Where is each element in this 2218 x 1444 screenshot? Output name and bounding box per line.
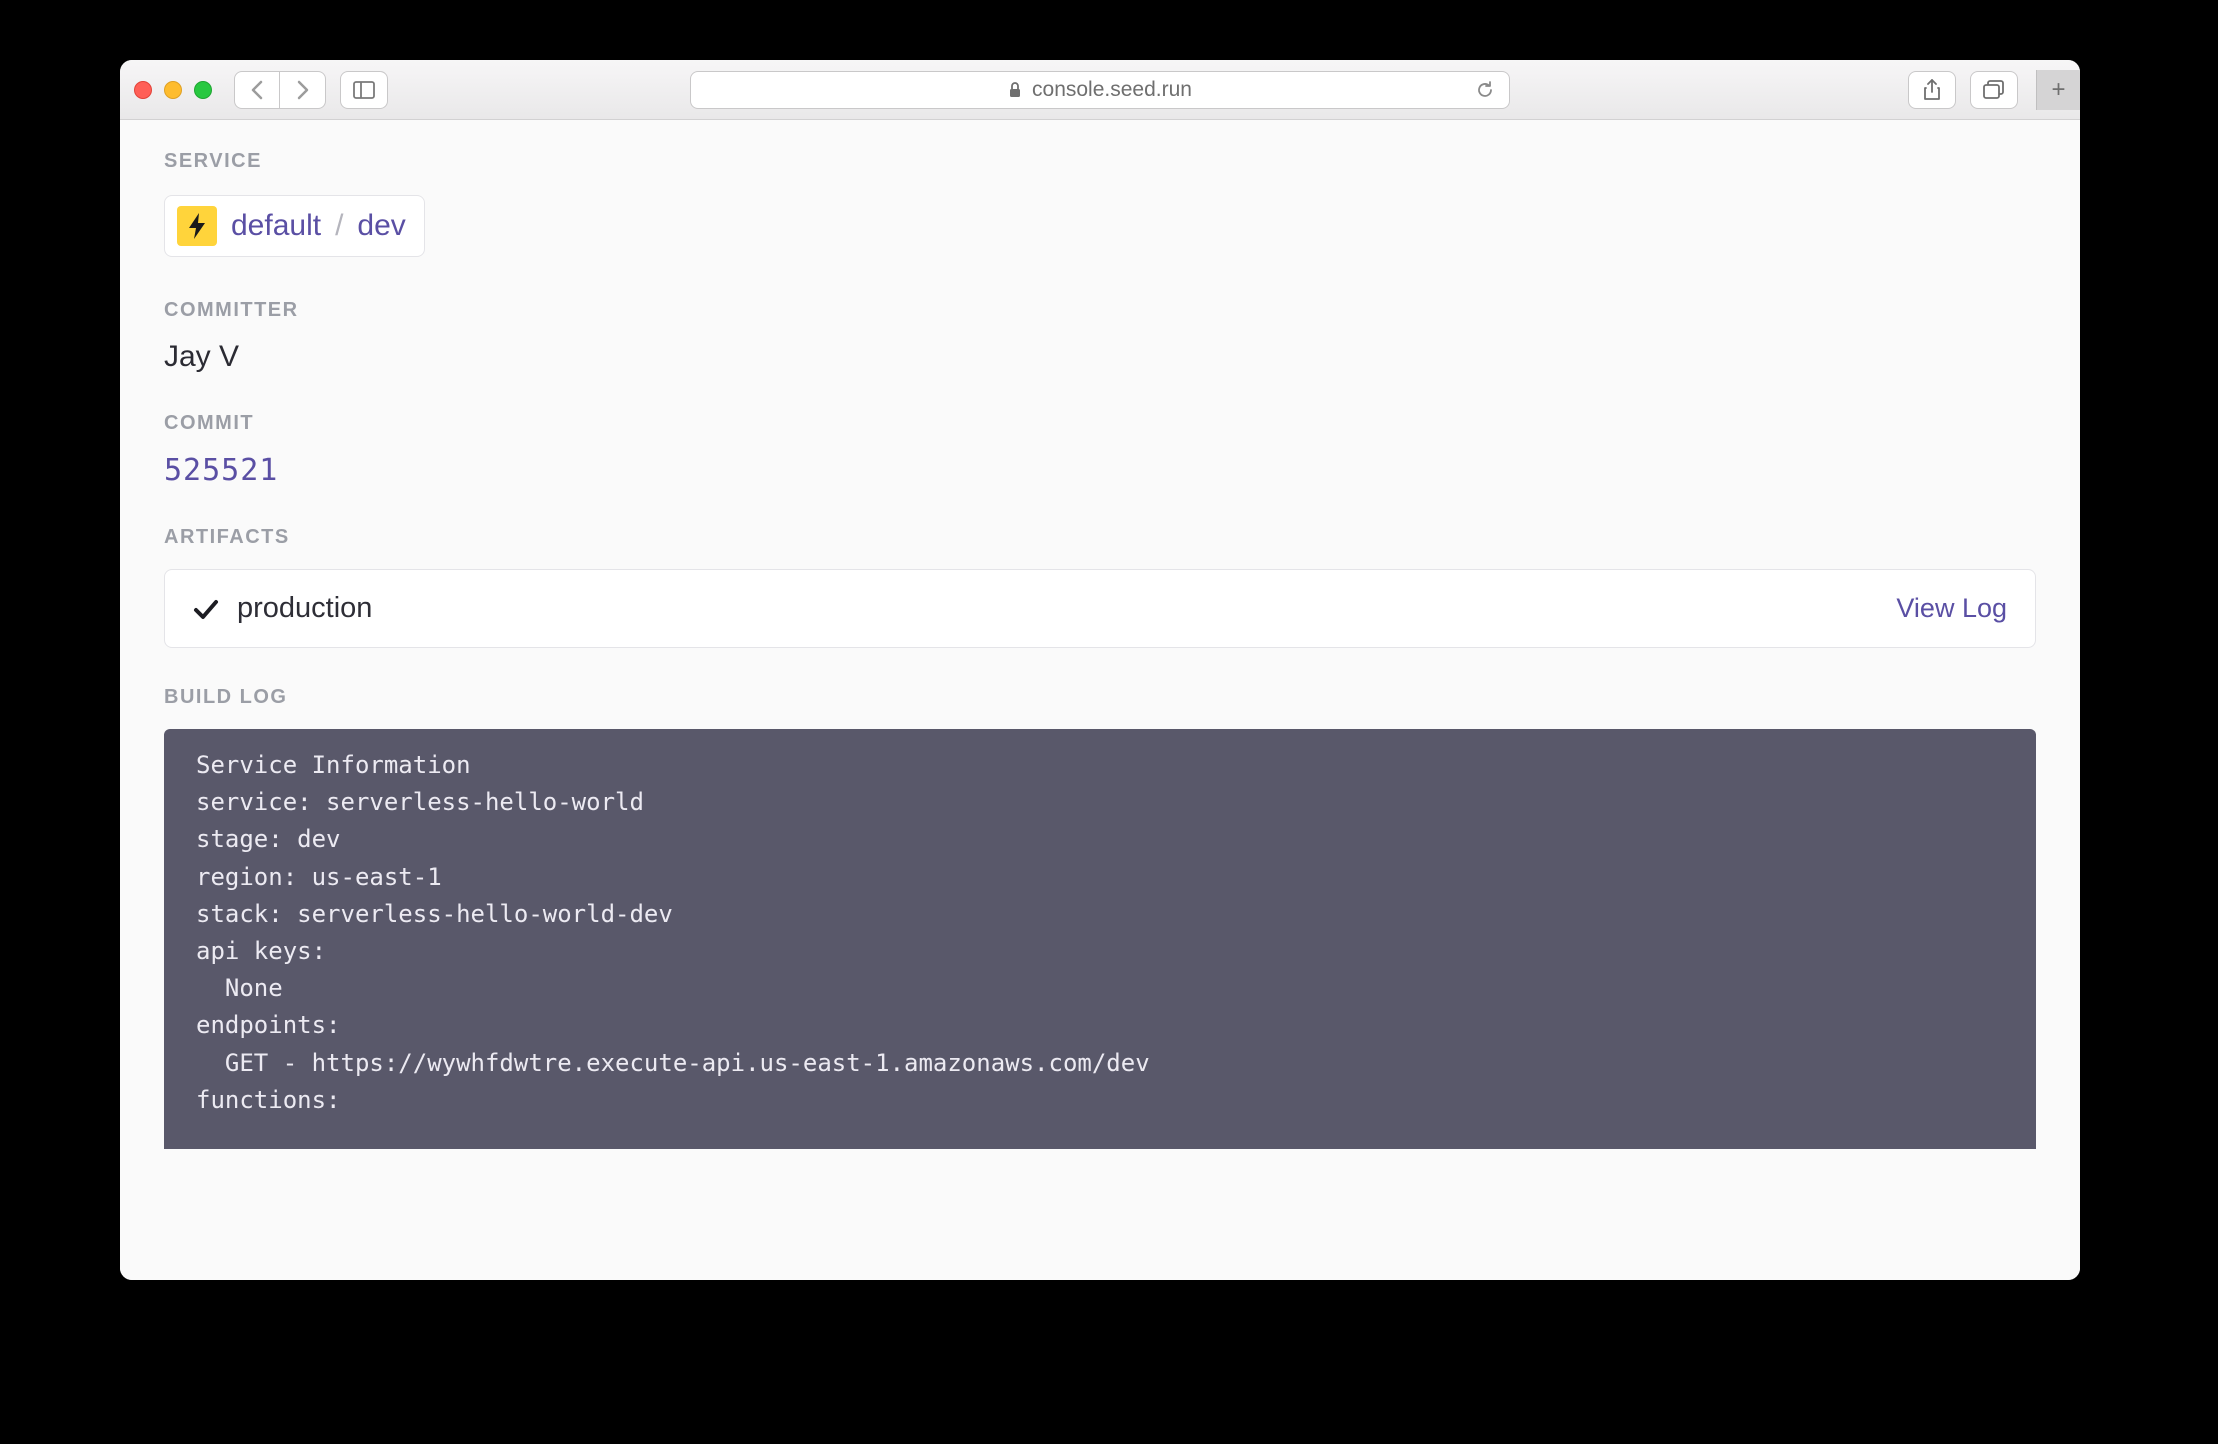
forward-button[interactable] bbox=[280, 71, 326, 109]
browser-window: console.seed.run bbox=[120, 60, 2080, 1280]
page-content: SERVICE default / dev COMMITTER Jay V CO… bbox=[120, 120, 2080, 1280]
breadcrumb-separator: / bbox=[335, 209, 343, 243]
artifact-row: production View Log bbox=[164, 569, 2036, 648]
sidebar-toggle-button[interactable] bbox=[340, 71, 388, 109]
tabs-button[interactable] bbox=[1970, 71, 2018, 109]
toolbar-right: + bbox=[1908, 70, 2066, 110]
committer-label: COMMITTER bbox=[164, 299, 2036, 322]
view-log-link[interactable]: View Log bbox=[1896, 593, 2007, 624]
artifact-info: production bbox=[193, 592, 372, 625]
build-log-output[interactable]: Service Information service: serverless-… bbox=[164, 729, 2036, 1149]
artifacts-label: ARTIFACTS bbox=[164, 526, 2036, 549]
reload-icon bbox=[1475, 80, 1495, 100]
minimize-window-button[interactable] bbox=[164, 81, 182, 99]
service-breadcrumb: default / dev bbox=[164, 195, 425, 257]
chevron-right-icon bbox=[296, 80, 310, 100]
service-stage-link[interactable]: dev bbox=[357, 209, 405, 243]
back-button[interactable] bbox=[234, 71, 280, 109]
commit-hash-link[interactable]: 525521 bbox=[164, 453, 2036, 488]
service-name-link[interactable]: default bbox=[231, 209, 321, 243]
tabs-icon bbox=[1983, 80, 2005, 100]
lock-icon bbox=[1008, 81, 1022, 99]
commit-label: COMMIT bbox=[164, 412, 2036, 435]
service-label: SERVICE bbox=[164, 150, 2036, 173]
service-icon bbox=[177, 206, 217, 246]
reload-button[interactable] bbox=[1475, 80, 1495, 100]
share-icon bbox=[1922, 79, 1942, 101]
chevron-left-icon bbox=[250, 80, 264, 100]
artifact-name: production bbox=[237, 592, 372, 625]
address-host: console.seed.run bbox=[1032, 78, 1192, 102]
build-log-label: BUILD LOG bbox=[164, 686, 2036, 709]
close-window-button[interactable] bbox=[134, 81, 152, 99]
share-button[interactable] bbox=[1908, 71, 1956, 109]
maximize-window-button[interactable] bbox=[194, 81, 212, 99]
lightning-icon bbox=[186, 212, 208, 240]
window-controls bbox=[134, 81, 212, 99]
nav-buttons bbox=[234, 71, 326, 109]
address-bar[interactable]: console.seed.run bbox=[690, 71, 1510, 109]
committer-name: Jay V bbox=[164, 340, 2036, 374]
sidebar-icon bbox=[353, 81, 375, 99]
plus-icon: + bbox=[2051, 76, 2065, 104]
titlebar: console.seed.run bbox=[120, 60, 2080, 120]
new-tab-button[interactable]: + bbox=[2036, 70, 2080, 110]
check-icon bbox=[193, 598, 219, 620]
